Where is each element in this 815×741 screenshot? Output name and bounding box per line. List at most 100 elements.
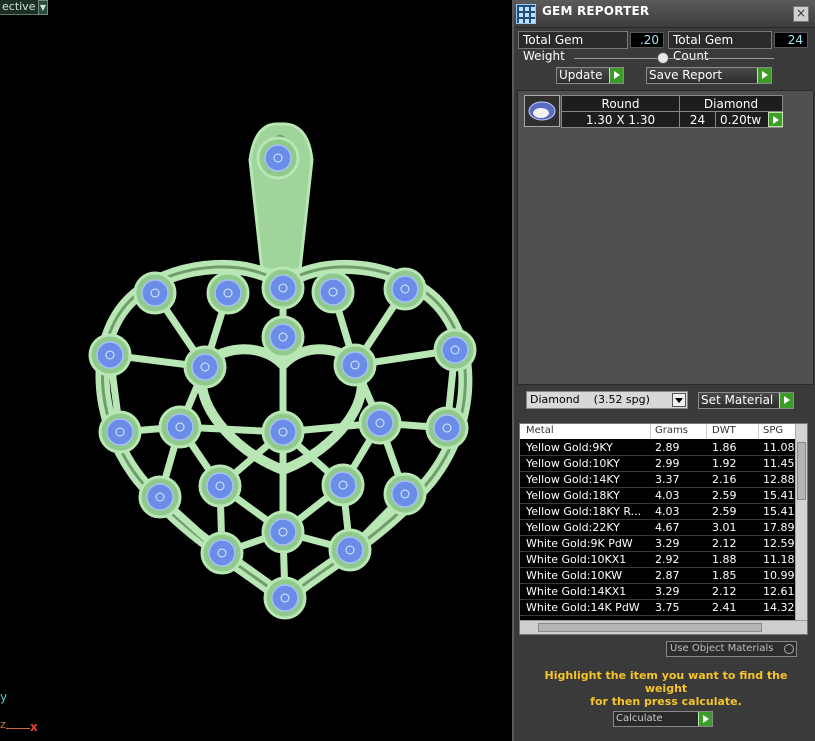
diamond-stone[interactable] (96, 341, 124, 369)
total-gem-count-value: 24 (774, 32, 808, 48)
diamond-stone[interactable] (214, 279, 242, 307)
metal-cell-grams: 2.89 (655, 441, 680, 454)
play-arrow-icon (698, 712, 712, 726)
chevron-down-icon[interactable] (672, 393, 686, 407)
diamond-stone[interactable] (366, 409, 394, 437)
table-row[interactable]: Yellow Gold:22KY 4.67 3.01 17.89 (520, 520, 794, 536)
close-icon[interactable]: × (793, 6, 809, 22)
diamond-stone[interactable] (319, 278, 347, 306)
gem-size: 1.30 X 1.30 (561, 111, 680, 128)
metal-cell-name: Yellow Gold:10KY (526, 457, 620, 470)
metal-cell-grams: 3.29 (655, 585, 680, 598)
column-separator (706, 424, 707, 439)
diamond-stone[interactable] (206, 472, 234, 500)
metal-cell-dwt: 3.01 (712, 521, 737, 534)
column-header-spg[interactable]: SPG (763, 424, 783, 438)
diamond-stone[interactable] (208, 539, 236, 567)
table-row[interactable]: White Gold:9K PdW 3.29 2.12 12.59 (520, 536, 794, 552)
round-diamond-icon[interactable] (524, 95, 560, 127)
table-row[interactable]: Yellow Gold:9KY 2.89 1.86 11.08 (520, 440, 794, 456)
table-row[interactable]: White Gold:10KX1 2.92 1.88 11.18 (520, 552, 794, 568)
diamond-stone[interactable] (166, 413, 194, 441)
column-header-metal[interactable]: Metal (526, 424, 554, 438)
table-row[interactable]: Yellow Gold:14KY 3.37 2.16 12.88 (520, 472, 794, 488)
metal-cell-grams: 4.03 (655, 505, 680, 518)
gem-material-select[interactable]: Diamond (3.52 spg) (526, 391, 688, 409)
gem-row-go-button[interactable] (768, 112, 783, 127)
metal-table-header: Metal Grams DWT SPG (520, 424, 806, 439)
panel-titlebar[interactable]: GEM REPORTER × (514, 0, 815, 28)
update-button[interactable]: Update (556, 67, 624, 84)
metal-cell-name: White Gold:10KW (526, 569, 623, 582)
diamond-stone[interactable] (329, 471, 357, 499)
heart-pendant-model[interactable] (0, 0, 512, 741)
horizontal-scrollbar-thumb[interactable] (538, 623, 762, 632)
metal-cell-spg: 12.88 (763, 473, 794, 486)
diamond-stone[interactable] (264, 144, 292, 172)
table-row[interactable]: Yellow Gold:18KY R... 4.03 2.59 15.41 (520, 504, 794, 520)
diamond-stone[interactable] (191, 353, 219, 381)
diamond-stone[interactable] (271, 584, 299, 612)
diamond-stone[interactable] (341, 351, 369, 379)
metal-cell-name: White Gold:10KX1 (526, 553, 627, 566)
column-header-grams[interactable]: Grams (655, 424, 688, 438)
metal-cell-grams: 2.87 (655, 569, 680, 582)
metal-weight-table[interactable]: Metal Grams DWT SPG Yellow Gold:9KY 2.89 1… (519, 423, 808, 635)
axis-x-label: x (30, 720, 38, 734)
diamond-stone[interactable] (269, 274, 297, 302)
3d-viewport[interactable]: ective ▼ y z x (0, 0, 512, 741)
metal-cell-spg: 11.45 (763, 457, 794, 470)
calculate-button-label: Calculate (616, 713, 663, 724)
gem-type: Diamond (679, 95, 783, 112)
diamond-stone[interactable] (269, 323, 297, 351)
diamond-stone[interactable] (336, 536, 364, 564)
diamond-stone[interactable] (391, 275, 419, 303)
set-material-button[interactable]: Set Material (698, 392, 794, 409)
gem-material-select-value: Diamond (3.52 spg) (530, 393, 650, 406)
diamond-stone[interactable] (391, 480, 419, 508)
table-row[interactable]: Yellow Gold:18KY 4.03 2.59 15.41 (520, 488, 794, 504)
calculate-hint-line: for then press calculate. (590, 695, 742, 708)
table-row[interactable]: White Gold:14K PdW 3.75 2.41 14.32 (520, 600, 794, 616)
metal-cell-dwt: 1.92 (712, 457, 737, 470)
use-object-materials-toggle[interactable]: Use Object Materials (666, 641, 797, 657)
vertical-scrollbar-thumb[interactable] (797, 442, 806, 500)
horizontal-scrollbar[interactable] (520, 620, 807, 634)
vertical-scrollbar[interactable] (795, 424, 807, 620)
column-separator (758, 424, 759, 439)
diamond-stone[interactable] (106, 418, 134, 446)
save-report-button[interactable]: Save Report (646, 67, 772, 84)
calculate-button[interactable]: Calculate (613, 711, 713, 727)
diamond-stone[interactable] (269, 518, 297, 546)
metal-cell-grams: 2.92 (655, 553, 680, 566)
radio-icon[interactable] (784, 644, 794, 654)
metal-cell-name: Yellow Gold:18KY R... (526, 505, 642, 518)
diamond-stone[interactable] (146, 483, 174, 511)
panel-splitter-track (574, 58, 774, 59)
diamond-stone[interactable] (141, 279, 169, 307)
diamond-stone[interactable] (433, 414, 461, 442)
metal-cell-grams: 2.99 (655, 457, 680, 470)
metal-cell-spg: 11.08 (763, 441, 794, 454)
metal-cell-dwt: 1.85 (712, 569, 737, 582)
gem-reporter-icon (516, 4, 536, 24)
save-report-button-label: Save Report (649, 68, 723, 82)
calculate-hint-line: Highlight the item you want to find the … (544, 669, 788, 695)
column-header-dwt[interactable]: DWT (712, 424, 736, 438)
panel-splitter-handle[interactable] (657, 52, 669, 64)
set-material-button-label: Set Material (701, 393, 774, 407)
table-row[interactable]: White Gold:14KX1 3.29 2.12 12.61 (520, 584, 794, 600)
axis-y-label: y (0, 690, 8, 704)
diamond-stone[interactable] (441, 336, 469, 364)
update-button-label: Update (559, 68, 603, 82)
metal-cell-name: Yellow Gold:9KY (526, 441, 613, 454)
gem-count: 24 (679, 111, 716, 128)
view-mode-label[interactable]: ective (0, 0, 40, 15)
metal-cell-spg: 11.18 (763, 553, 794, 566)
diamond-stone[interactable] (269, 418, 297, 446)
metal-cell-grams: 3.75 (655, 601, 680, 614)
gem-row[interactable]: Round Diamond 1.30 X 1.30 24 0.20tw (561, 95, 783, 128)
table-row[interactable]: White Gold:10KW 2.87 1.85 10.99 (520, 568, 794, 584)
table-row[interactable]: Yellow Gold:10KY 2.99 1.92 11.45 (520, 456, 794, 472)
view-mode-dropdown-icon[interactable]: ▼ (38, 0, 48, 15)
